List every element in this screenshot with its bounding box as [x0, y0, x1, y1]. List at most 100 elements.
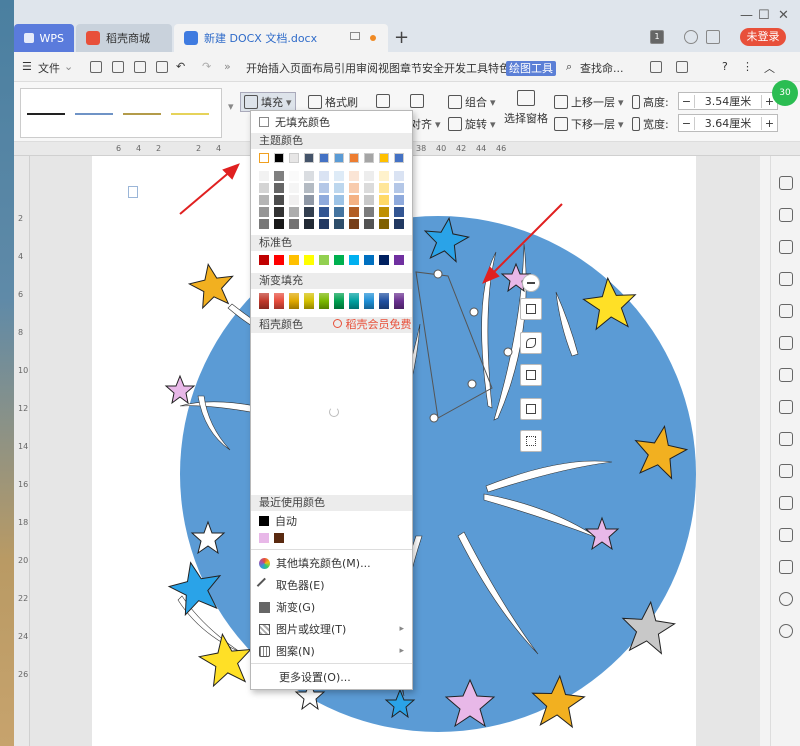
gradient-color-swatch[interactable]: [349, 293, 359, 309]
recent-color-swatch[interactable]: [274, 533, 284, 543]
tab-docer-store[interactable]: 稻壳商城: [76, 24, 172, 52]
gradient-color-swatch[interactable]: [394, 293, 404, 309]
theme-shade-swatch[interactable]: [364, 183, 374, 193]
theme-color-swatch[interactable]: [304, 153, 314, 163]
theme-shade-swatch[interactable]: [349, 171, 359, 181]
theme-shade-swatch[interactable]: [304, 207, 314, 217]
theme-shade-swatch[interactable]: [379, 207, 389, 217]
save-icon[interactable]: [90, 61, 102, 73]
theme-shade-swatch[interactable]: [304, 183, 314, 193]
collapse-ribbon-icon[interactable]: ︿: [764, 60, 775, 76]
gradient-color-swatch[interactable]: [379, 293, 389, 309]
star-shape-orange[interactable]: [187, 261, 238, 310]
theme-shade-swatch[interactable]: [334, 219, 344, 229]
theme-shade-swatch[interactable]: [334, 207, 344, 217]
shape-style-gallery[interactable]: [20, 88, 222, 138]
line-style-blue[interactable]: [75, 113, 113, 115]
skin-icon[interactable]: [684, 30, 698, 44]
file-menu[interactable]: 文件: [38, 60, 60, 76]
theme-shade-swatch[interactable]: [259, 171, 269, 181]
star-shape-pink[interactable]: [164, 374, 196, 405]
shapes-icon[interactable]: [779, 272, 793, 286]
maximize-icon[interactable]: ☐: [758, 8, 770, 23]
theme-shade-swatch[interactable]: [394, 171, 404, 181]
standard-color-swatch[interactable]: [379, 255, 389, 265]
theme-shade-swatch[interactable]: [364, 171, 374, 181]
history-icon[interactable]: [779, 592, 793, 606]
theme-color-swatch[interactable]: [394, 153, 404, 163]
help-icon[interactable]: [779, 624, 793, 638]
picture-icon[interactable]: [779, 528, 793, 542]
resize-handle[interactable]: [467, 379, 477, 389]
tab-document[interactable]: 新建 DOCX 文档.docx: [174, 24, 388, 52]
vertical-ruler[interactable]: 2 4 6 8 10 12 14 16 18 20 22 24 26: [14, 156, 30, 746]
theme-shade-swatch[interactable]: [349, 195, 359, 205]
standard-color-swatch[interactable]: [259, 255, 269, 265]
standard-color-swatch[interactable]: [349, 255, 359, 265]
collapse-float-button[interactable]: [522, 274, 540, 292]
theme-shade-swatch[interactable]: [394, 195, 404, 205]
format-brush-button[interactable]: 格式刷: [308, 94, 358, 110]
gradient-color-swatch[interactable]: [364, 293, 374, 309]
theme-shade-swatch[interactable]: [334, 183, 344, 193]
width-minus-button[interactable]: −: [679, 116, 695, 130]
theme-shade-swatch[interactable]: [379, 219, 389, 229]
theme-shade-swatch[interactable]: [319, 171, 329, 181]
height-stepper[interactable]: − 3.54厘米 +: [678, 92, 778, 110]
theme-shade-swatch[interactable]: [319, 207, 329, 217]
ribbon-tabs[interactable]: 开始插入页面布局引用审阅视图章节安全开发工具特色应用: [246, 60, 532, 76]
table-icon[interactable]: [779, 336, 793, 350]
eyedropper-option[interactable]: 取色器(E): [251, 575, 412, 595]
theme-shade-swatch[interactable]: [349, 207, 359, 217]
theme-shade-swatch[interactable]: [319, 219, 329, 229]
theme-shade-swatch[interactable]: [304, 219, 314, 229]
grid-icon[interactable]: [779, 368, 793, 382]
adjust-icon[interactable]: [779, 400, 793, 414]
tab-drawing-tools[interactable]: 绘图工具: [506, 60, 556, 76]
hamburger-icon[interactable]: ☰: [22, 60, 32, 73]
new-tab-button[interactable]: +: [394, 27, 409, 48]
standard-color-swatch[interactable]: [289, 255, 299, 265]
more-settings-option[interactable]: 更多设置(O)...: [251, 667, 412, 687]
line-style-black[interactable]: [27, 113, 65, 115]
theme-color-swatch[interactable]: [259, 153, 269, 163]
line-style-yellow[interactable]: [171, 113, 209, 115]
theme-shade-swatch[interactable]: [259, 183, 269, 193]
standard-color-swatch[interactable]: [334, 255, 344, 265]
collapse-icon[interactable]: [779, 176, 793, 190]
gradient-color-swatch[interactable]: [319, 293, 329, 309]
chevron-down-icon[interactable]: ⌄: [64, 60, 73, 73]
close-icon[interactable]: ✕: [778, 8, 789, 23]
pen-icon[interactable]: [779, 208, 793, 222]
theme-shade-swatch[interactable]: [364, 219, 374, 229]
theme-shade-swatch[interactable]: [319, 195, 329, 205]
cursor-icon[interactable]: [779, 240, 793, 254]
float-shape-style-button[interactable]: [520, 398, 542, 420]
gallery-scroll-icon[interactable]: ▾: [228, 100, 234, 113]
selection-pane-button[interactable]: 选择窗格: [504, 90, 548, 126]
theme-shade-swatch[interactable]: [379, 195, 389, 205]
export-icon[interactable]: [779, 464, 793, 478]
width-plus-button[interactable]: +: [761, 116, 777, 130]
gradient-color-swatch[interactable]: [274, 293, 284, 309]
bring-forward-button[interactable]: 上移一层 ▾: [554, 94, 624, 110]
window-count-badge[interactable]: 1: [650, 30, 664, 44]
export-icon[interactable]: [112, 61, 124, 73]
resize-handle[interactable]: [503, 347, 513, 357]
float-outline-button[interactable]: [520, 332, 542, 354]
undo-icon[interactable]: ↶: [176, 60, 185, 73]
theme-shade-swatch[interactable]: [274, 219, 284, 229]
theme-shade-swatch[interactable]: [289, 195, 299, 205]
theme-shade-swatch[interactable]: [349, 183, 359, 193]
standard-color-swatch[interactable]: [394, 255, 404, 265]
theme-shade-swatch[interactable]: [364, 195, 374, 205]
theme-color-swatch[interactable]: [274, 153, 284, 163]
standard-color-swatch[interactable]: [364, 255, 374, 265]
resize-handle[interactable]: [429, 413, 439, 423]
theme-shade-swatch[interactable]: [319, 183, 329, 193]
theme-shade-swatch[interactable]: [349, 219, 359, 229]
more-icon[interactable]: »: [224, 60, 231, 73]
theme-shade-swatch[interactable]: [289, 183, 299, 193]
share-icon[interactable]: [650, 61, 662, 73]
theme-shade-swatch[interactable]: [304, 195, 314, 205]
